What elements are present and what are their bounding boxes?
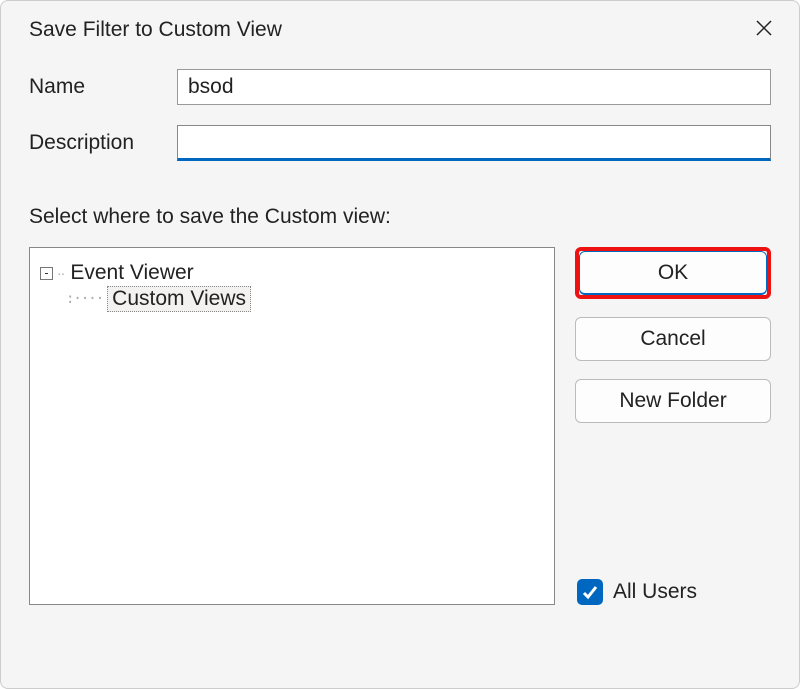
checkmark-icon: [581, 583, 599, 601]
titlebar: Save Filter to Custom View: [1, 1, 799, 69]
new-folder-button[interactable]: New Folder: [575, 379, 771, 423]
form-area: Name Description Select where to save th…: [1, 69, 799, 605]
lower-area: - ·· Event Viewer :···· Custom Views OK …: [29, 247, 771, 605]
folder-tree[interactable]: - ·· Event Viewer :···· Custom Views: [29, 247, 555, 605]
ok-button[interactable]: OK: [579, 251, 767, 295]
select-prompt: Select where to save the Custom view:: [29, 205, 771, 229]
ok-highlight-box: OK: [575, 247, 771, 299]
all-users-checkbox[interactable]: [577, 579, 603, 605]
all-users-row: All Users: [577, 579, 697, 605]
description-input[interactable]: [177, 125, 771, 161]
tree-root-label[interactable]: Event Viewer: [68, 261, 195, 285]
name-row: Name: [29, 69, 771, 105]
minus-icon[interactable]: -: [40, 267, 53, 280]
tree-connector: ··: [57, 265, 64, 281]
button-column: OK Cancel New Folder All Users: [575, 247, 771, 605]
tree-child-label[interactable]: Custom Views: [107, 286, 251, 312]
save-filter-dialog: Save Filter to Custom View Name Descript…: [0, 0, 800, 689]
all-users-label: All Users: [613, 580, 697, 604]
close-icon[interactable]: [747, 15, 781, 45]
name-label: Name: [29, 75, 177, 99]
cancel-button[interactable]: Cancel: [575, 317, 771, 361]
description-row: Description: [29, 125, 771, 161]
name-input[interactable]: [177, 69, 771, 105]
description-label: Description: [29, 131, 177, 155]
dialog-title: Save Filter to Custom View: [29, 18, 282, 42]
tree-root-node[interactable]: - ·· Event Viewer: [40, 260, 544, 286]
tree-connector: :····: [66, 291, 103, 307]
tree-child-node[interactable]: :···· Custom Views: [66, 286, 544, 312]
